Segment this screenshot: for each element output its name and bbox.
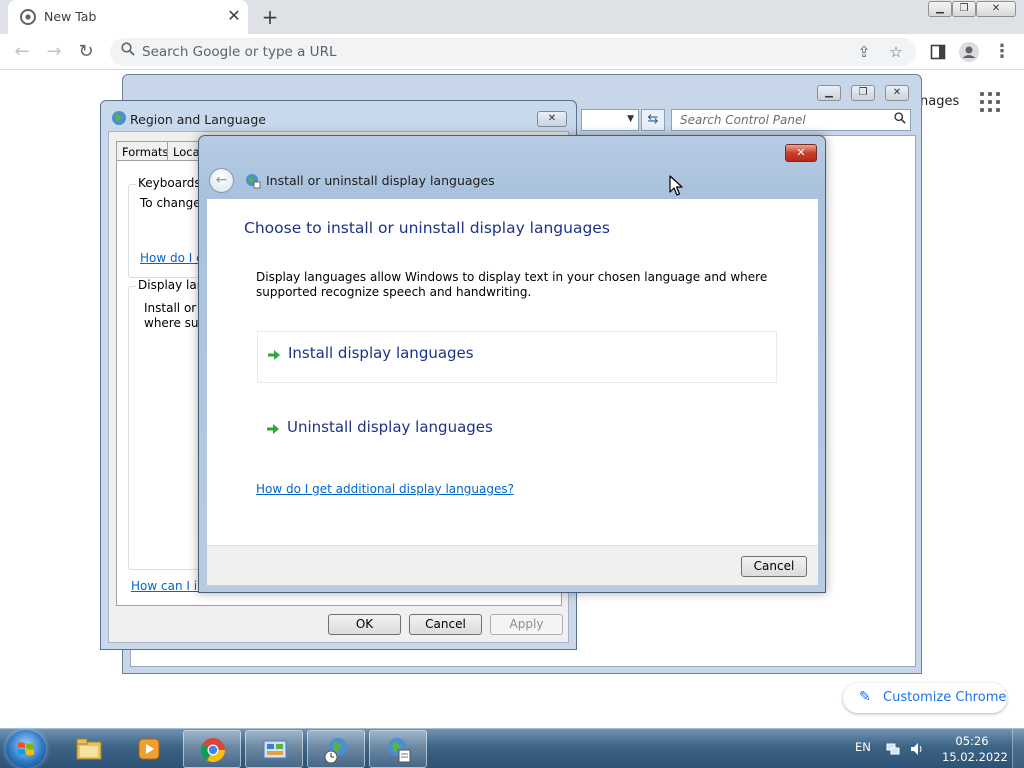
display-language-text-2: where sup <box>144 316 207 330</box>
omnibox[interactable]: Search Google or type a URL ⇪ ☆ <box>110 38 916 66</box>
bookmark-star-icon[interactable]: ☆ <box>886 42 906 62</box>
customize-chrome-button[interactable]: ✎ Customize Chrome <box>843 683 1007 713</box>
pencil-icon: ✎ <box>859 689 871 705</box>
wizard-content: Choose to install or uninstall display l… <box>207 199 818 545</box>
new-tab-button[interactable]: + <box>258 5 282 29</box>
search-icon <box>894 112 906 128</box>
close-tab-icon[interactable]: ✕ <box>224 6 244 26</box>
back-icon[interactable]: ← <box>10 40 34 64</box>
minimize-button[interactable]: ▁ <box>928 1 952 17</box>
cp-address-dropdown[interactable]: ▼ <box>581 109 639 131</box>
profile-avatar-icon[interactable] <box>957 40 981 64</box>
start-button[interactable] <box>6 730 46 768</box>
share-icon[interactable]: ⇪ <box>854 42 874 62</box>
cp-maximize-button[interactable]: ❐ <box>851 85 875 101</box>
uninstall-display-languages-option[interactable]: Uninstall display languages <box>257 406 777 458</box>
close-button[interactable]: ✕ <box>785 144 817 162</box>
folder-icon <box>76 738 102 760</box>
green-arrow-icon <box>267 424 279 434</box>
customize-chrome-label: Customize Chrome <box>883 690 1007 705</box>
close-window-button[interactable]: ✕ <box>976 1 1016 17</box>
page-description: Display languages allow Windows to displ… <box>256 270 768 299</box>
taskbar-region-language-button[interactable] <box>307 730 365 768</box>
side-panel-icon[interactable] <box>926 40 950 64</box>
network-icon[interactable] <box>886 742 900 756</box>
tab-formats[interactable]: Formats <box>116 141 175 161</box>
cp-search-input[interactable]: Search Control Panel <box>671 109 911 131</box>
cp-refresh-icon[interactable]: ⇆ <box>641 109 665 131</box>
forward-icon[interactable]: → <box>42 40 66 64</box>
apply-button: Apply <box>490 614 563 635</box>
language-indicator[interactable]: EN <box>855 740 871 754</box>
clock-time[interactable]: 05:26 <box>942 734 1002 748</box>
display-languages-wizard: ✕ ← Install or uninstall display languag… <box>198 135 826 593</box>
green-arrow-icon <box>268 350 280 360</box>
globe-document-icon <box>388 738 411 763</box>
reload-icon[interactable]: ↻ <box>74 40 98 64</box>
chrome-icon <box>200 738 225 763</box>
ntp-images-link[interactable]: nages <box>920 94 959 109</box>
windows-logo-icon <box>18 742 34 756</box>
chrome-icon <box>20 9 36 25</box>
restore-button[interactable]: ❐ <box>952 1 976 17</box>
taskbar-media-player-button[interactable] <box>120 730 178 768</box>
mouse-cursor-icon <box>669 175 683 196</box>
globe-icon <box>246 174 261 189</box>
globe-clock-icon <box>324 738 347 764</box>
media-player-icon <box>138 738 160 760</box>
option-label: Uninstall display languages <box>287 418 493 436</box>
additional-languages-help-link[interactable]: How do I get additional display language… <box>256 482 514 496</box>
window-title: Install or uninstall display languages <box>266 173 495 188</box>
windows-taskbar: EN 05:26 15.02.2022 <box>0 728 1024 768</box>
volume-icon[interactable] <box>910 742 924 756</box>
control-panel-icon <box>263 740 287 759</box>
back-arrow-icon[interactable]: ← <box>209 168 234 193</box>
close-button[interactable]: ✕ <box>537 111 567 127</box>
tab-new-tab[interactable]: New Tab ✕ <box>8 0 248 34</box>
taskbar-display-languages-button[interactable] <box>369 730 427 768</box>
clock-date[interactable]: 15.02.2022 <box>942 750 1008 764</box>
cancel-button[interactable]: Cancel <box>741 556 807 577</box>
cp-minimize-button[interactable]: ▁ <box>817 85 841 101</box>
chrome-toolbar: ← → ↻ Search Google or type a URL ⇪ ☆ ⋮ <box>0 34 1024 70</box>
search-icon <box>118 42 138 62</box>
chrome-tab-strip: New Tab ✕ + ▁ ❐ ✕ <box>0 0 1024 34</box>
globe-icon <box>112 111 126 125</box>
taskbar-chrome-button[interactable] <box>183 730 241 768</box>
ok-button[interactable]: OK <box>328 614 401 635</box>
chrome-menu-icon[interactable]: ⋮ <box>990 40 1014 64</box>
keyboards-description: To change <box>140 196 201 210</box>
window-title: Region and Language <box>130 112 266 127</box>
tab-title: New Tab <box>44 9 97 24</box>
cp-close-button[interactable]: ✕ <box>885 85 909 101</box>
show-desktop-button[interactable] <box>1012 729 1024 768</box>
cancel-button[interactable]: Cancel <box>409 614 482 635</box>
page-title: Choose to install or uninstall display l… <box>244 219 610 237</box>
taskbar-control-panel-button[interactable] <box>245 730 303 768</box>
taskbar-explorer-button[interactable] <box>60 730 118 768</box>
wizard-footer: Cancel <box>207 545 818 585</box>
install-display-languages-option[interactable]: Install display languages <box>257 331 777 383</box>
google-apps-icon[interactable] <box>978 90 1002 114</box>
chevron-down-icon: ▼ <box>627 114 634 124</box>
cp-search-placeholder: Search Control Panel <box>680 113 806 127</box>
omnibox-placeholder: Search Google or type a URL <box>142 44 337 60</box>
keyboards-help-link[interactable]: How do I c <box>140 251 203 265</box>
option-label: Install display languages <box>288 344 474 362</box>
